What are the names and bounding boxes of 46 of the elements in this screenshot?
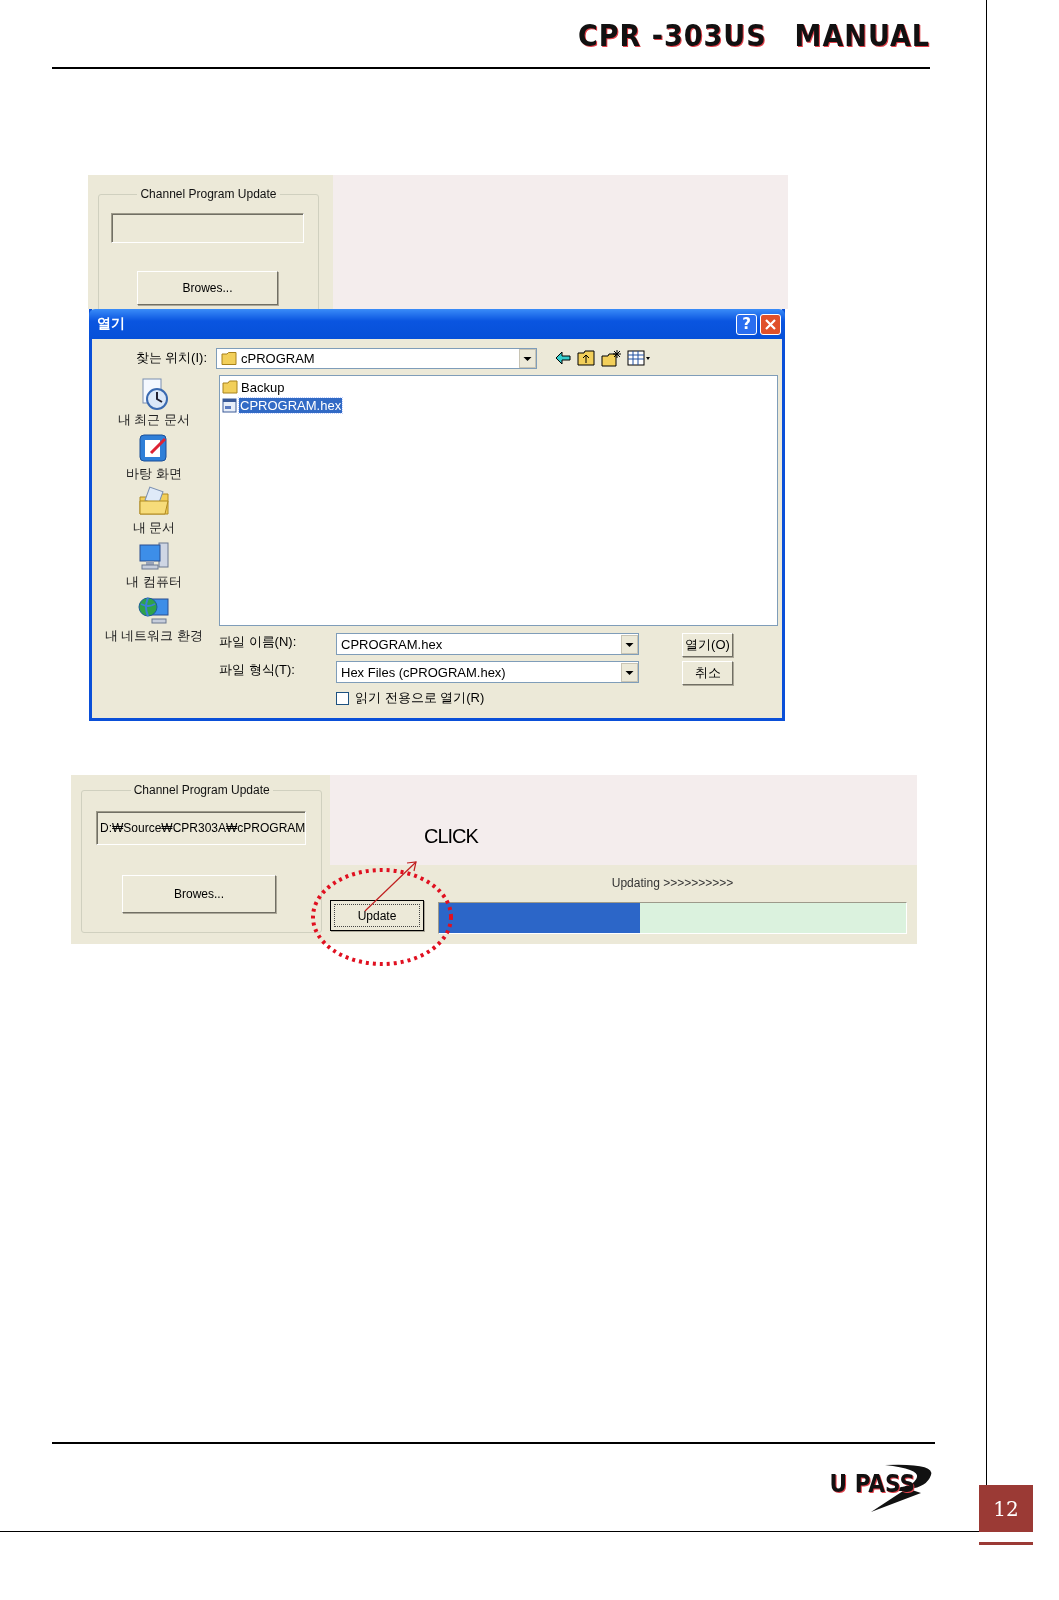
places-label[interactable]: 바탕 화면 [126, 465, 182, 483]
read-only-label: 읽기 전용으로 열기(R) [355, 689, 485, 707]
help-button[interactable]: ? [736, 313, 757, 335]
dropdown-caret-icon[interactable] [621, 662, 638, 682]
file-name-label: 파일 이름(N): [219, 633, 298, 651]
dropdown-caret-icon[interactable] [621, 634, 638, 654]
file-type-dropdown[interactable]: Hex Files (cPROGRAM.hex) [336, 661, 639, 683]
manual-title: MANUAL [794, 18, 930, 53]
status-text: Updating >>>>>>>>>> [611, 876, 734, 892]
product-name: CPR -303US [577, 18, 767, 53]
pointer-arrow [364, 861, 417, 912]
group-title: Channel Program Update [132, 783, 271, 797]
new-folder-icon[interactable] [601, 349, 621, 367]
path-field[interactable] [111, 213, 304, 243]
places-label[interactable]: 내 컴퓨터 [126, 573, 182, 591]
logo-text: U PASS [829, 1470, 915, 1498]
browse-button[interactable]: Browes... [122, 875, 276, 913]
path-field[interactable]: D:₩Source₩CPR303A₩cPROGRAM [96, 811, 307, 845]
places-label[interactable]: 내 문서 [132, 519, 176, 537]
read-only-checkbox[interactable] [336, 691, 349, 705]
file-name-field[interactable]: CPROGRAM.hex [336, 633, 639, 655]
folder-icon [222, 380, 238, 394]
look-in-label: 찾는 위치(I): [134, 349, 208, 367]
look-in-dropdown[interactable]: cPROGRAM [216, 347, 537, 369]
close-icon[interactable] [765, 318, 776, 330]
update-button[interactable]: Update [330, 900, 424, 931]
up-folder-icon[interactable] [577, 350, 595, 366]
view-menu-icon[interactable] [627, 350, 651, 366]
dropdown-caret-icon[interactable] [519, 348, 536, 368]
browse-button[interactable]: Browes... [137, 271, 278, 305]
group-title: Channel Program Update [139, 187, 278, 201]
file-item[interactable]: Backup [240, 379, 286, 395]
places-label[interactable]: 내 최근 문서 [117, 411, 191, 429]
file-icon [222, 397, 237, 413]
places-label[interactable]: 내 네트워크 환경 [104, 627, 204, 645]
open-button[interactable]: 열기(O) [682, 633, 733, 657]
back-arrow-icon[interactable] [555, 351, 571, 365]
file-item[interactable]: CPROGRAM.hex [239, 397, 343, 413]
click-annotation: CLICK [424, 825, 478, 848]
file-type-label: 파일 형식(T): [219, 661, 296, 679]
cancel-button[interactable]: 취소 [682, 661, 733, 685]
folder-icon [221, 351, 237, 365]
computer-icon[interactable] [137, 539, 171, 573]
dialog-title: 열기 [97, 315, 126, 333]
close-button[interactable] [760, 313, 781, 335]
page-number: 12 [979, 1485, 1033, 1532]
